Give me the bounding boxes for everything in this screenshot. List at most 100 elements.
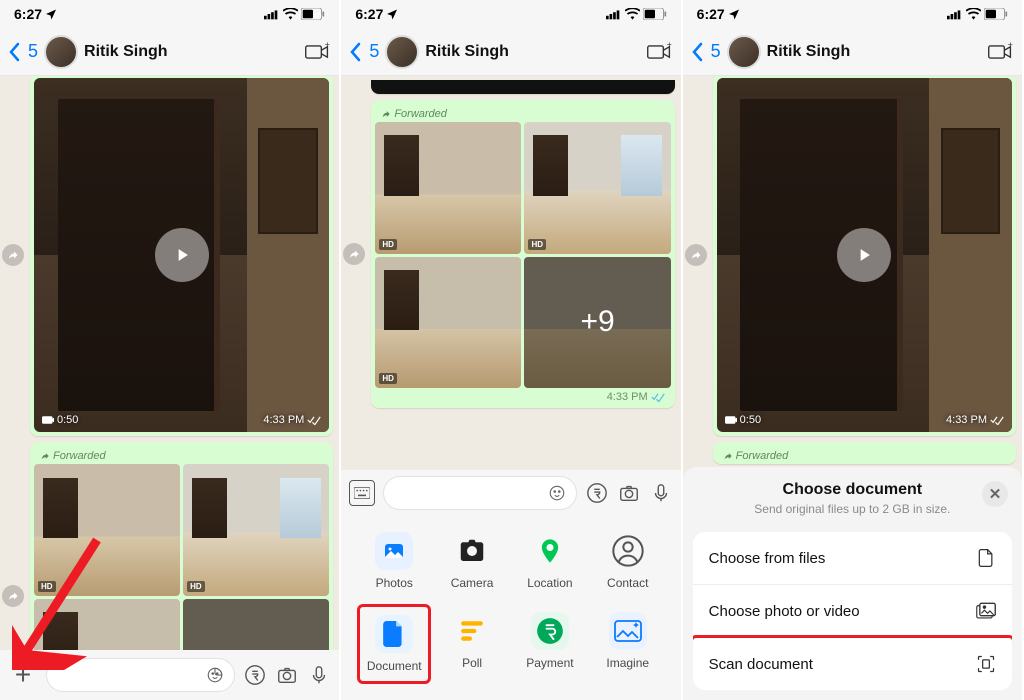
mic-icon[interactable] (307, 663, 331, 687)
video-duration: 0:50 (42, 414, 78, 426)
battery-icon: 55 (301, 8, 325, 20)
message-input[interactable] (383, 476, 576, 510)
photos-icon (375, 532, 413, 570)
status-bar: 6:27 (683, 0, 1022, 28)
video-message-strip (371, 80, 674, 94)
sheet-header: Choose document Send original files up t… (683, 467, 1022, 526)
choose-photo-or-video[interactable]: Choose photo or video (693, 585, 1012, 638)
forward-arrow-icon[interactable] (2, 585, 24, 607)
photos-message[interactable]: Forwarded HD HD HD +9 4:33 PM (371, 100, 674, 408)
document-options-list: Choose from files Choose photo or video … (693, 532, 1012, 690)
scan-document[interactable]: Scan document (693, 635, 1012, 690)
back-button[interactable] (349, 42, 363, 62)
video-call-button[interactable]: + (303, 38, 331, 66)
forwarded-label: Forwarded (34, 446, 329, 464)
sticker-icon[interactable] (548, 484, 566, 502)
wifi-icon (625, 8, 640, 20)
signal-icon (606, 8, 622, 20)
camera-icon (453, 532, 491, 570)
contact-name[interactable]: Ritik Singh (425, 43, 638, 61)
photo-cell[interactable]: HD (34, 599, 180, 650)
status-bar: 6:27 (341, 0, 680, 28)
photo-cell[interactable]: HD (375, 257, 521, 389)
attach-payment[interactable]: Payment (513, 604, 587, 684)
screen-document-sheet: 6:27 5 Ritik Singh + 0:50 4:33 PM Forwar… (683, 0, 1024, 700)
signal-icon (947, 8, 963, 20)
camera-icon[interactable] (275, 663, 299, 687)
photo-grid[interactable]: HD HD HD +9 (375, 122, 670, 388)
photos-message-partial[interactable]: Forwarded (713, 442, 1016, 464)
more-photos-count: +9 (183, 599, 329, 650)
forward-arrow-icon[interactable] (2, 244, 24, 266)
photo-cell-more[interactable]: +9 (524, 257, 670, 389)
avatar[interactable] (44, 35, 78, 69)
message-timestamp: 4:33 PM (375, 388, 670, 404)
photo-grid[interactable]: HD HD HD +9 (34, 464, 329, 650)
forward-arrow-icon[interactable] (685, 244, 707, 266)
contact-icon (609, 532, 647, 570)
payment-icon[interactable] (243, 663, 267, 687)
play-icon[interactable] (155, 228, 209, 282)
status-bar: 6:27 55 (0, 0, 339, 28)
chat-header: 5 Ritik Singh + (341, 28, 680, 76)
video-thumbnail[interactable]: 0:50 4:33 PM (34, 78, 329, 432)
video-message[interactable]: 0:50 4:33 PM (713, 76, 1016, 436)
video-call-button[interactable]: + (986, 38, 1014, 66)
gallery-icon (976, 601, 996, 621)
location-arrow-icon (386, 8, 398, 20)
more-photos-count: +9 (524, 257, 670, 389)
file-icon (976, 548, 996, 568)
video-duration: 0:50 (725, 414, 761, 426)
video-timestamp: 4:33 PM (946, 414, 1004, 426)
attach-document[interactable]: Document (357, 604, 431, 684)
contact-name[interactable]: Ritik Singh (84, 43, 297, 61)
attach-imagine[interactable]: Imagine (591, 604, 665, 684)
clock: 6:27 (14, 6, 42, 22)
choose-from-files[interactable]: Choose from files (693, 532, 1012, 585)
chat-body[interactable]: 0:50 4:33 PM Forwarded HD HD HD +9 4:33 … (0, 76, 339, 650)
chat-body[interactable]: Forwarded HD HD HD +9 4:33 PM (341, 76, 680, 470)
payment-icon[interactable] (585, 481, 609, 505)
photo-cell[interactable]: HD (524, 122, 670, 254)
video-call-button[interactable]: + (645, 38, 673, 66)
attach-location[interactable]: Location (513, 524, 587, 598)
back-count[interactable]: 5 (369, 41, 379, 62)
photo-cell[interactable]: HD (34, 464, 180, 596)
input-bar: + (0, 650, 339, 700)
video-thumbnail[interactable]: 0:50 4:33 PM (717, 78, 1012, 432)
battery-icon (643, 8, 667, 20)
attach-button[interactable]: + (8, 660, 38, 690)
avatar[interactable] (727, 35, 761, 69)
attach-photos[interactable]: Photos (357, 524, 431, 598)
avatar[interactable] (385, 35, 419, 69)
keyboard-button[interactable] (349, 480, 375, 506)
back-count[interactable]: 5 (711, 41, 721, 62)
forward-arrow-icon[interactable] (343, 243, 365, 265)
back-count[interactable]: 5 (28, 41, 38, 62)
photo-cell[interactable]: HD (183, 464, 329, 596)
contact-name[interactable]: Ritik Singh (767, 43, 980, 61)
forwarded-label: Forwarded (375, 104, 670, 122)
camera-icon[interactable] (617, 481, 641, 505)
back-button[interactable] (691, 42, 705, 62)
mic-icon[interactable] (649, 481, 673, 505)
signal-icon (264, 8, 280, 20)
location-arrow-icon (45, 8, 57, 20)
attach-contact[interactable]: Contact (591, 524, 665, 598)
photo-cell[interactable]: HD (375, 122, 521, 254)
poll-icon (453, 612, 491, 650)
chat-body[interactable]: 0:50 4:33 PM Forwarded (683, 76, 1022, 467)
attach-poll[interactable]: Poll (435, 604, 509, 684)
attach-camera[interactable]: Camera (435, 524, 509, 598)
close-button[interactable]: ✕ (982, 481, 1008, 507)
photo-cell-more[interactable]: +9 (183, 599, 329, 650)
back-button[interactable] (8, 42, 22, 62)
sheet-title: Choose document (697, 481, 1008, 499)
attach-grid: Photos Camera Location Contact Document … (341, 516, 680, 690)
video-message[interactable]: 0:50 4:33 PM (30, 76, 333, 436)
scan-icon (976, 654, 996, 674)
message-input[interactable] (46, 658, 235, 692)
sticker-icon[interactable] (206, 666, 224, 684)
document-icon (375, 615, 413, 653)
photos-message[interactable]: Forwarded HD HD HD +9 4:33 PM (30, 442, 333, 650)
